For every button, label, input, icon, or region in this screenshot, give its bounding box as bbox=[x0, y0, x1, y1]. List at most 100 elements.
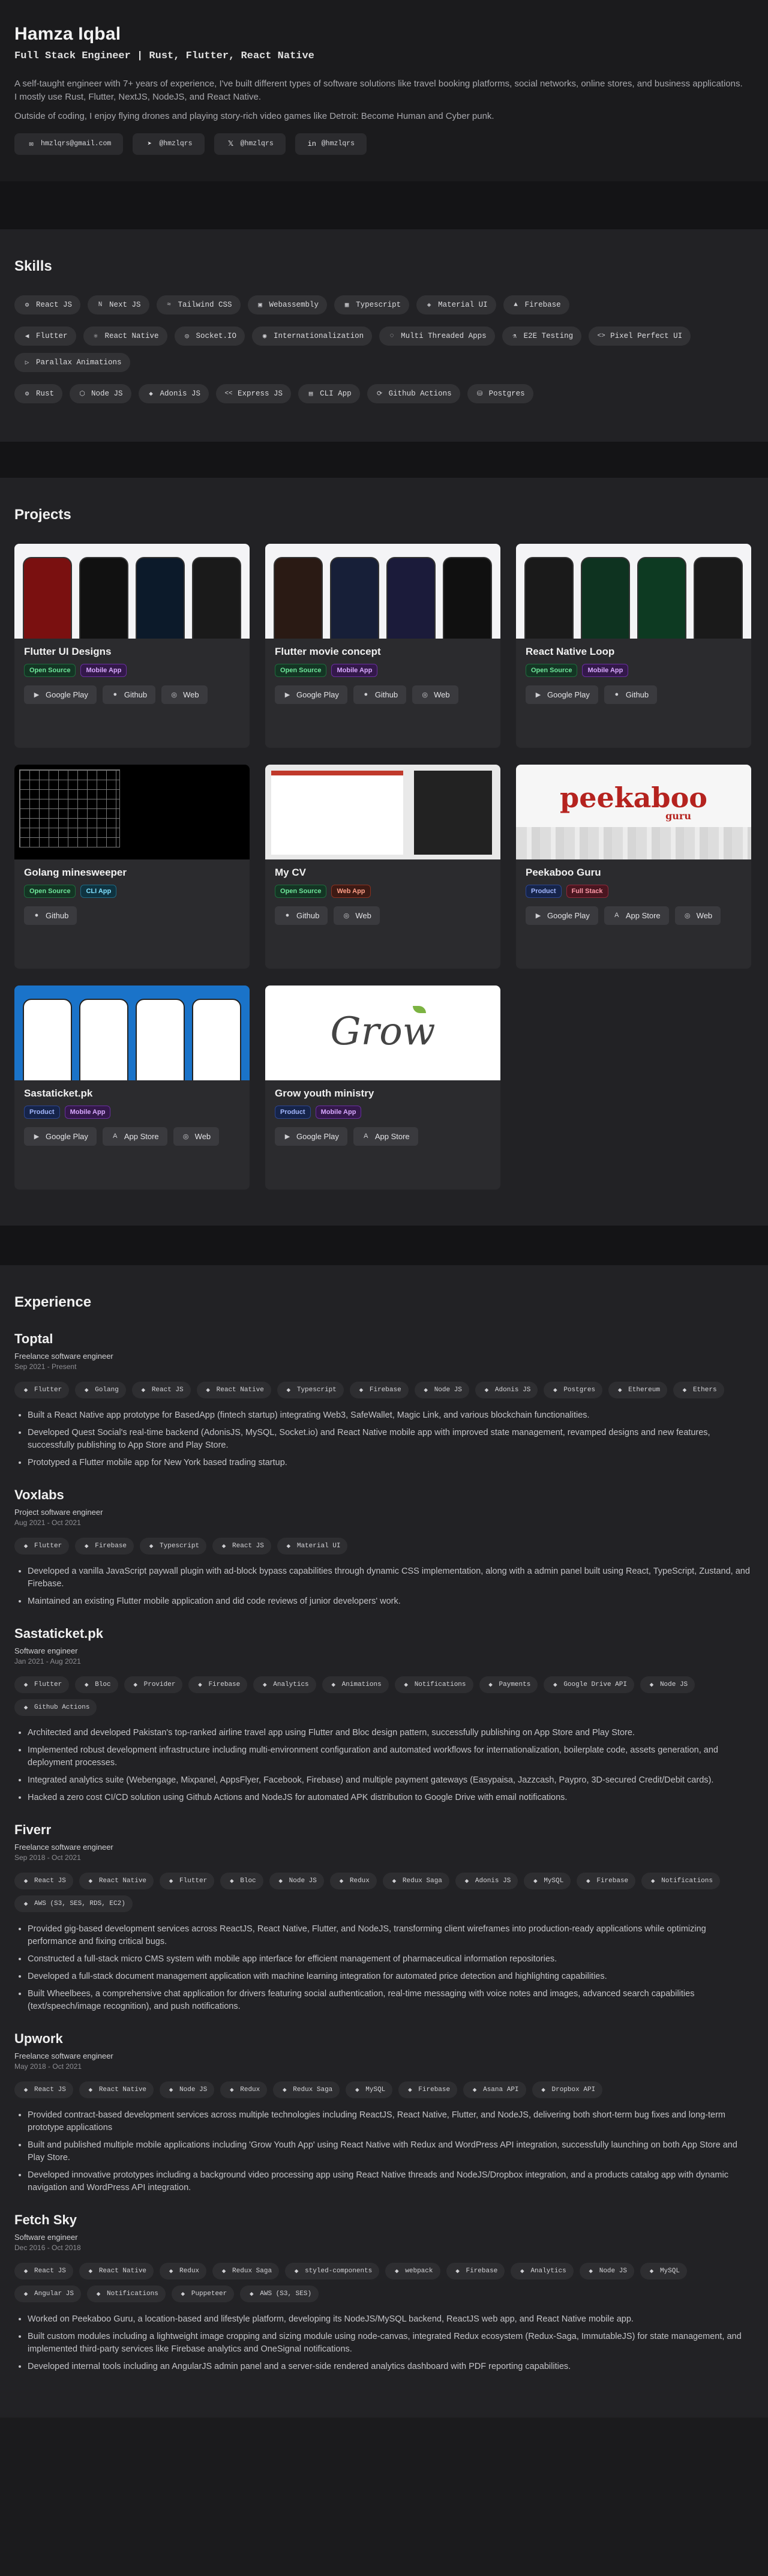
project-title: Grow youth ministry bbox=[275, 1087, 374, 1099]
project-card-body: My CV Open Source Web App ● Github ◎ Web bbox=[265, 867, 500, 925]
project-link-app-store[interactable]: A App Store bbox=[102, 1127, 167, 1146]
skill-label: Next JS bbox=[109, 300, 141, 309]
tech-icon: ◆ bbox=[650, 1877, 655, 1885]
linkedin-icon: in bbox=[307, 139, 316, 148]
project-thumbnail[interactable] bbox=[14, 764, 250, 859]
project-link-label: Github bbox=[296, 910, 320, 920]
contact-link-mail[interactable]: ✉ hmzlqrs@gmail.com bbox=[14, 133, 124, 155]
tech-label: Firebase bbox=[369, 1386, 401, 1394]
tech-chip: ◆ React JS bbox=[14, 2262, 73, 2280]
tech-label: Flutter bbox=[34, 1386, 62, 1394]
tech-icon: ◆ bbox=[484, 1386, 489, 1394]
tech-icon: ◆ bbox=[169, 1877, 173, 1885]
project-thumbnail[interactable]: Grow bbox=[265, 985, 500, 1080]
project-link-github[interactable]: ● Github bbox=[353, 685, 407, 704]
skill-chip: ⚛ React Native bbox=[83, 326, 167, 346]
tech-chip: ◆ Github Actions bbox=[14, 1699, 97, 1716]
project-link-play-store[interactable]: ▶ Google Play bbox=[275, 685, 347, 704]
project-link-play-store[interactable]: ▶ Google Play bbox=[24, 1127, 97, 1146]
project-thumbnail[interactable] bbox=[14, 985, 250, 1080]
skill-label: Webassembly bbox=[269, 300, 319, 309]
tech-chips: ◆ React JS ◆ React Native ◆ Node JS ◆ Redux ◆ Red… bbox=[14, 2081, 754, 2098]
job-dates: Dec 2016 - Oct 2018 bbox=[14, 2243, 81, 2252]
code-icon: <> bbox=[597, 332, 605, 340]
experience-item: Upwork Freelance software engineer May 201… bbox=[14, 2031, 754, 2194]
tech-chip: ◆ MySQL bbox=[346, 2081, 393, 2098]
play-store-icon: ▶ bbox=[535, 691, 541, 699]
section-divider bbox=[0, 1225, 768, 1265]
project-link-web[interactable]: ◎ Web bbox=[161, 685, 208, 704]
tech-icon: ◆ bbox=[553, 1386, 557, 1394]
skill-row: ⚙ React JS N Next JS ≈ Tailwind CSS ▣ Webassemb… bbox=[14, 295, 754, 314]
tech-chip: ◆ Angular JS bbox=[14, 2285, 82, 2302]
phone-mockup bbox=[581, 556, 630, 639]
responsibility-item: Constructed a full-stack micro CMS syste… bbox=[28, 1953, 754, 1966]
project-link-web[interactable]: ◎ Web bbox=[412, 685, 458, 704]
tech-label: MySQL bbox=[544, 1877, 564, 1885]
project-link-play-store[interactable]: ▶ Google Play bbox=[24, 685, 97, 704]
project-card-body: Sastaticket.pk Product Mobile App ▶ Google P… bbox=[14, 1088, 250, 1146]
project-link-app-store[interactable]: A App Store bbox=[353, 1127, 418, 1146]
project-link-play-store[interactable]: ▶ Google Play bbox=[526, 906, 598, 925]
tech-chip: ◆ Notifications bbox=[394, 1676, 473, 1693]
tech-chip: ◆ Firebase bbox=[75, 1537, 134, 1554]
project-link-web[interactable]: ◎ Web bbox=[674, 906, 721, 925]
i18n-icon: ◉ bbox=[262, 333, 267, 340]
project-link-play-store[interactable]: ▶ Google Play bbox=[526, 685, 598, 704]
tech-label: React Native bbox=[216, 1386, 264, 1394]
tech-label: Puppeteer bbox=[191, 2290, 227, 2298]
skill-chip: ▦ Typescript bbox=[334, 295, 410, 314]
project-tag: CLI App bbox=[80, 884, 117, 898]
project-card: Flutter UI Designs Open Source Mobile App ▶… bbox=[14, 543, 250, 748]
tech-chip: ◆ Node JS bbox=[640, 1676, 695, 1693]
project-link-web[interactable]: ◎ Web bbox=[173, 1127, 220, 1146]
project-link-web[interactable]: ◎ Web bbox=[334, 906, 380, 925]
tech-icon: ◆ bbox=[198, 1681, 202, 1689]
tech-label: Ethers bbox=[692, 1386, 717, 1394]
project-link-github[interactable]: ● Github bbox=[604, 685, 658, 704]
project-thumbnail[interactable] bbox=[516, 543, 751, 639]
tech-icon: ◆ bbox=[520, 2268, 524, 2275]
tech-chips: ◆ React JS ◆ React Native ◆ Redux ◆ Redux Saga ◆… bbox=[14, 2262, 754, 2302]
tech-label: React JS bbox=[151, 1386, 184, 1394]
tech-icon: ◆ bbox=[392, 1877, 397, 1885]
project-thumbnail[interactable] bbox=[265, 764, 500, 859]
project-thumbnail[interactable]: peekaboo guru bbox=[516, 764, 751, 859]
responsibility-item: Integrated analytics suite (Webengage, M… bbox=[28, 1774, 754, 1787]
contact-link-linkedin[interactable]: in @hmzlqrs bbox=[295, 133, 367, 155]
contact-link-x[interactable]: 𝕏 @hmzlqrs bbox=[214, 133, 286, 155]
tech-chip: ◆ Typescript bbox=[140, 1537, 207, 1554]
tech-icon: ◆ bbox=[404, 1681, 408, 1689]
contact-link-telegram[interactable]: ➤ @hmzlqrs bbox=[133, 133, 205, 155]
tech-chip: ◆ Animations bbox=[322, 1676, 389, 1693]
profile-tagline: Full Stack Engineer | Rust, Flutter, Rea… bbox=[14, 50, 314, 62]
responsibility-item: Provided contract-based development serv… bbox=[28, 2109, 754, 2134]
project-tags: Open Source Web App bbox=[275, 884, 491, 898]
tech-chip: ◆ Golang bbox=[75, 1381, 126, 1398]
project-thumbnail[interactable] bbox=[14, 543, 250, 639]
project-link-github[interactable]: ● Github bbox=[24, 906, 77, 925]
threads-icon: ◌ bbox=[389, 332, 394, 340]
project-link-label: App Store bbox=[124, 1131, 159, 1141]
project-link-github[interactable]: ● Github bbox=[102, 685, 156, 704]
responsibility-item: Architected and developed Pakistan's top… bbox=[28, 1727, 754, 1739]
socket-icon: ◎ bbox=[185, 333, 189, 340]
project-link-play-store[interactable]: ▶ Google Play bbox=[275, 1127, 347, 1146]
project-link-github[interactable]: ● Github bbox=[275, 906, 328, 925]
skill-label: Firebase bbox=[524, 300, 561, 309]
web-icon: ◎ bbox=[343, 912, 350, 919]
tech-chip: ◆ Redux bbox=[329, 1872, 377, 1889]
tech-label: Typescript bbox=[160, 1542, 200, 1550]
project-thumbnail[interactable] bbox=[265, 543, 500, 639]
tech-chip: ◆ Flutter bbox=[160, 1872, 215, 1889]
tech-icon: ◆ bbox=[617, 1386, 622, 1394]
project-tag: Mobile App bbox=[331, 663, 378, 677]
tech-label: Golang bbox=[95, 1386, 119, 1394]
project-link-app-store[interactable]: A App Store bbox=[604, 906, 669, 925]
tech-icon: ◆ bbox=[206, 1386, 210, 1394]
project-tag: Product bbox=[275, 1105, 311, 1119]
skill-chip: ▷ Parallax Animations bbox=[14, 352, 130, 372]
job-role: Freelance software engineer bbox=[14, 1351, 113, 1361]
tech-chip: ◆ Flutter bbox=[14, 1537, 70, 1554]
profile-bio: A self-taught engineer with 7+ years of … bbox=[14, 79, 743, 102]
